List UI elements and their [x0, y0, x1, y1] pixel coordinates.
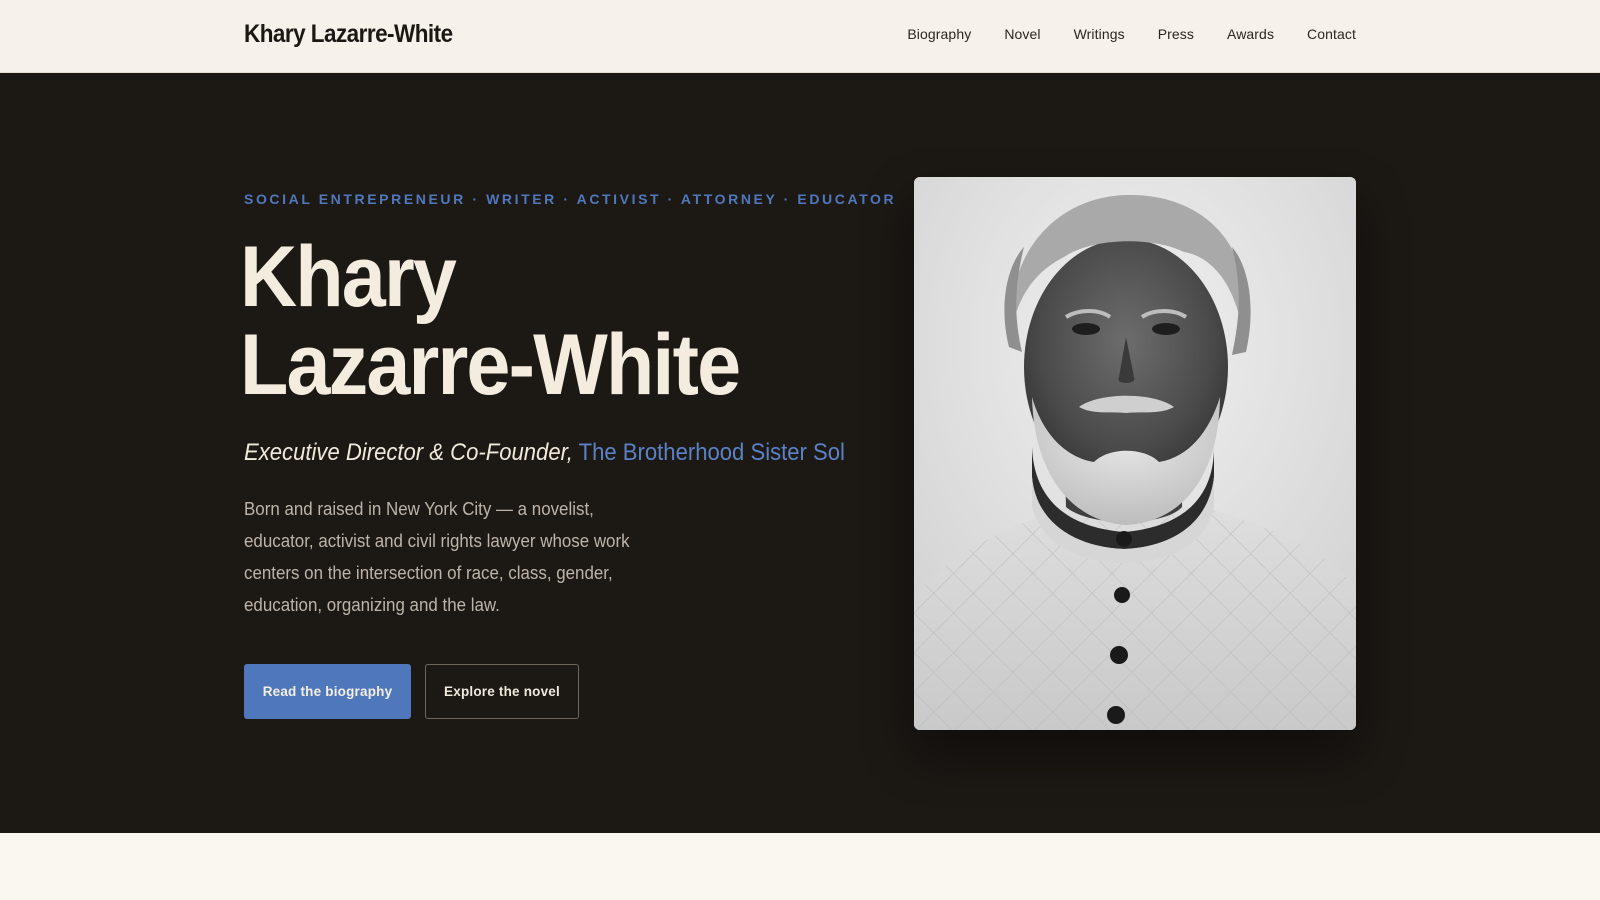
read-biography-button[interactable]: Read the biography [244, 664, 411, 719]
top-nav: Khary Lazarre-White Biography Novel Writ… [0, 0, 1600, 73]
hero-section: SOCIAL ENTREPRENEUR · WRITER · ACTIVIST … [0, 73, 1600, 833]
hero-description: Born and raised in New York City — a nov… [244, 499, 630, 615]
hero-eyebrow: SOCIAL ENTREPRENEUR · WRITER · ACTIVIST … [244, 191, 897, 207]
hero-subtitle: Executive Director & Co-Founder, The Bro… [244, 439, 845, 467]
hero-title: Khary Lazarre-White [240, 229, 741, 413]
org-link[interactable]: The Brotherhood Sister Sol [579, 439, 845, 466]
nav-link-contact[interactable]: Contact [1307, 26, 1356, 42]
nav-link-awards[interactable]: Awards [1227, 26, 1274, 42]
hero-subtitle-role: Executive Director & Co-Founder, [244, 439, 573, 466]
hero-title-line1: Khary [240, 229, 457, 325]
nav-link-press[interactable]: Press [1158, 26, 1194, 42]
explore-novel-button[interactable]: Explore the novel [425, 664, 579, 719]
portrait-photo [914, 177, 1356, 730]
nav-link-writings[interactable]: Writings [1074, 26, 1125, 42]
nav-link-novel[interactable]: Novel [1004, 26, 1040, 42]
next-section [0, 833, 1600, 900]
portrait-illustration [914, 177, 1356, 730]
nav-link-biography[interactable]: Biography [907, 26, 971, 42]
nav-links: Biography Novel Writings Press Awards Co… [907, 26, 1356, 42]
hero-title-line2: Lazarre-White [240, 317, 741, 413]
site-brand[interactable]: Khary Lazarre-White [244, 20, 453, 49]
